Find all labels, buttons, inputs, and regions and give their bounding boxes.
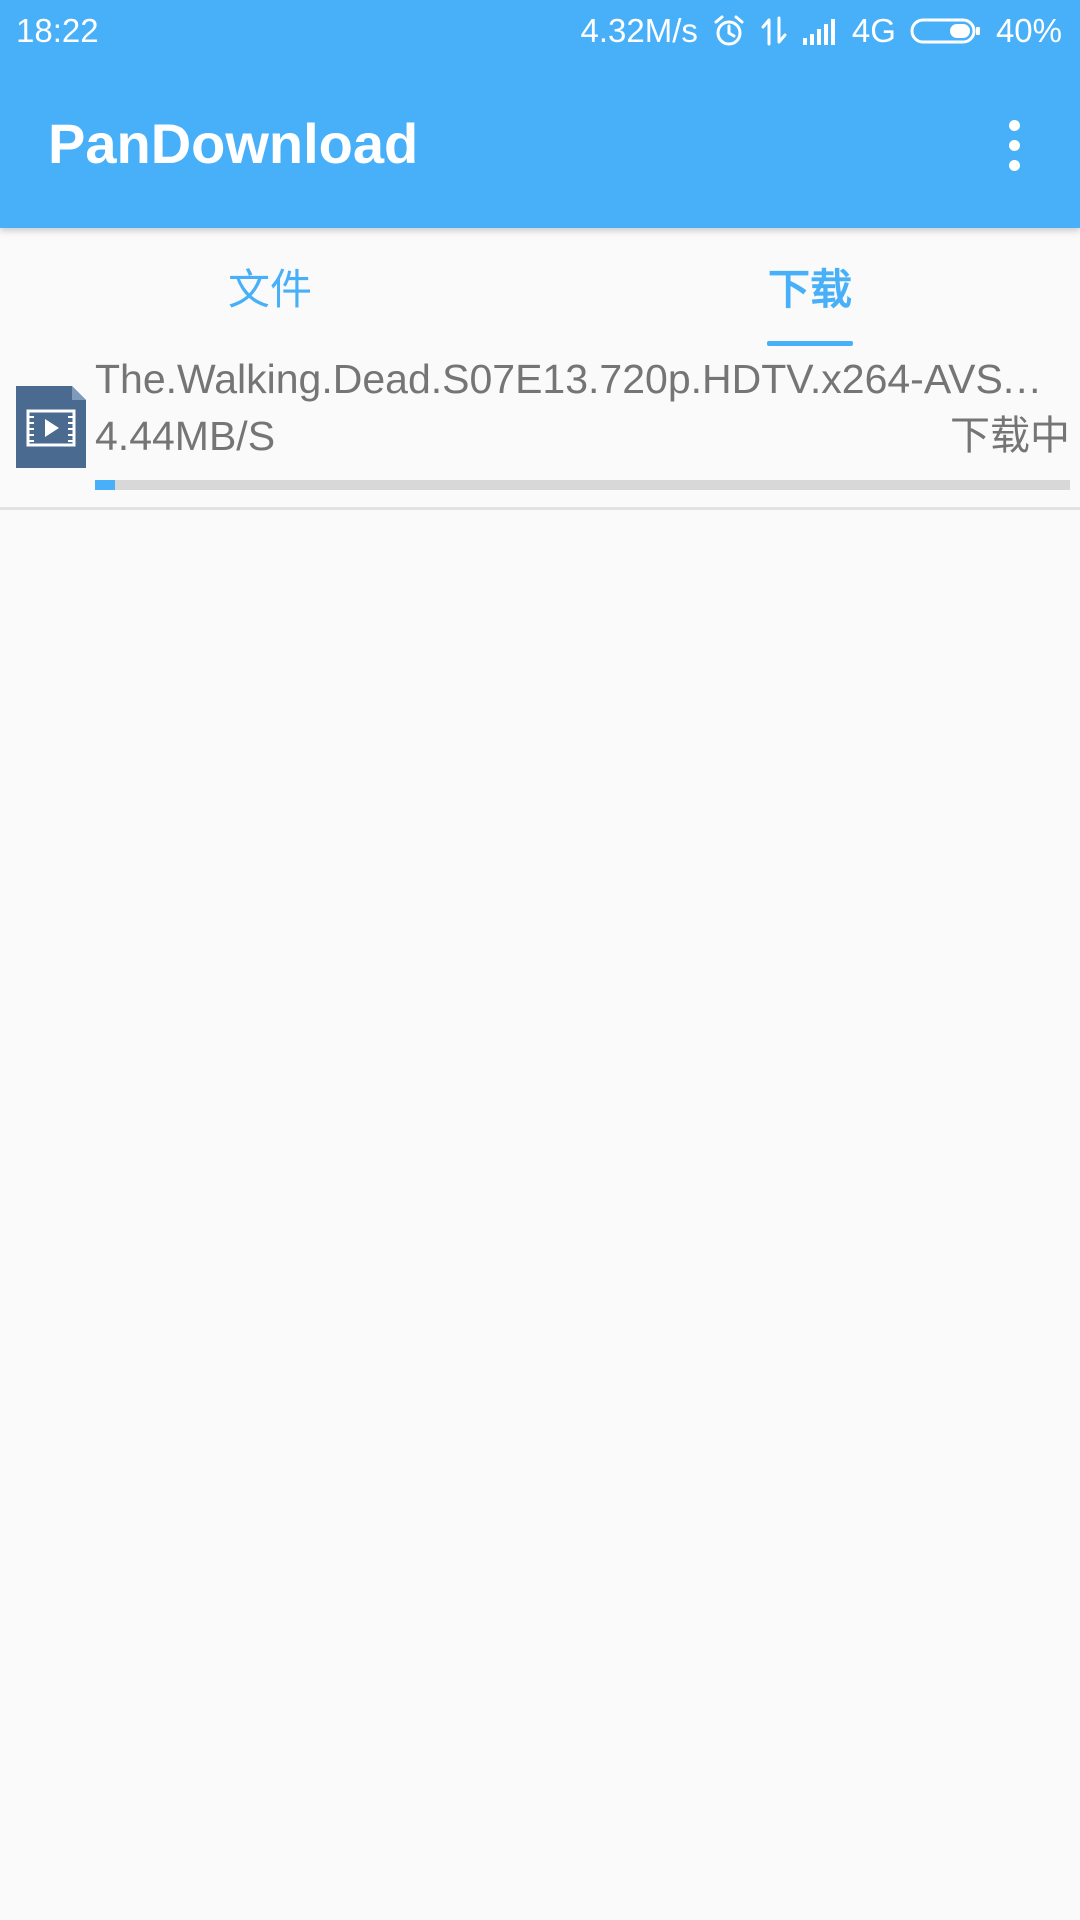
- alarm-icon: [712, 14, 746, 48]
- signal-icon: [802, 16, 838, 46]
- status-indicators: 4.32M/s 4G 40%: [581, 10, 1062, 52]
- network-type: 4G: [851, 12, 896, 49]
- battery-icon: [910, 17, 982, 45]
- tab-bar: 文件 下载: [0, 228, 1080, 348]
- download-state: 下载中: [950, 413, 1070, 459]
- app-header: 18:22 4.32M/s 4G 40% PanDownload: [0, 0, 1080, 228]
- battery-percent: 40%: [995, 12, 1062, 49]
- tab-indicator: [767, 341, 853, 346]
- data-transfer-icon: [760, 14, 788, 48]
- tab-files[interactable]: 文件: [0, 228, 540, 348]
- video-file-icon: [16, 386, 86, 468]
- download-progress-fill: [95, 480, 115, 490]
- more-vert-icon[interactable]: [992, 110, 1036, 180]
- tab-files-label: 文件: [227, 265, 312, 314]
- net-speed: 4.32M/s: [580, 12, 698, 49]
- download-speed: 4.44MB/S: [95, 413, 276, 459]
- app-title: PanDownload: [48, 112, 419, 175]
- status-time: 18:22: [16, 12, 99, 49]
- file-name: The.Walking.Dead.S07E13.720p.HDTV.x264-A…: [95, 356, 1045, 402]
- download-list-item[interactable]: The.Walking.Dead.S07E13.720p.HDTV.x264-A…: [0, 348, 1080, 510]
- tab-downloads-label: 下载: [767, 265, 852, 314]
- status-bar: 18:22 4.32M/s 4G 40%: [0, 0, 1080, 62]
- tab-downloads[interactable]: 下载: [540, 228, 1080, 348]
- download-progress-bar: [95, 480, 1070, 490]
